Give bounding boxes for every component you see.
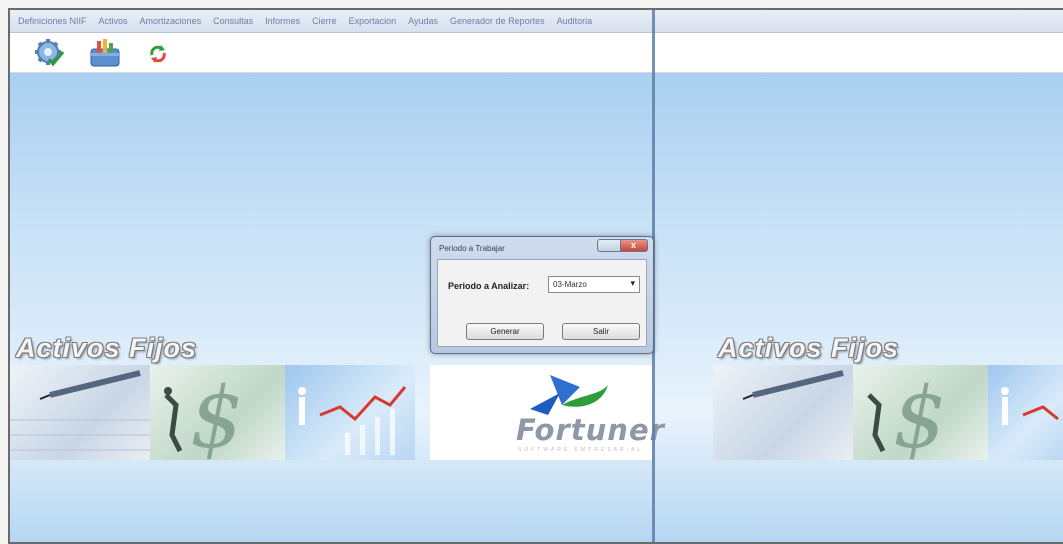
menu-item-consultas[interactable]: Consultas bbox=[213, 16, 253, 26]
growth-chart-image bbox=[285, 365, 415, 460]
chevron-down-icon: ▾ bbox=[630, 278, 635, 288]
menu-item-auditoria[interactable]: Auditoria bbox=[557, 16, 593, 26]
menu-item-exportacion[interactable]: Exportacion bbox=[349, 16, 397, 26]
period-dialog: Periodo a Trabajar x Periodo a Analizar:… bbox=[430, 236, 654, 354]
refresh-icon[interactable] bbox=[146, 37, 170, 69]
growth-chart-image-right bbox=[988, 365, 1063, 460]
minimize-button[interactable] bbox=[597, 239, 621, 252]
application-window: Definiciones NIIF Activos Amortizaciones… bbox=[8, 8, 1063, 544]
menu-bar: Definiciones NIIF Activos Amortizaciones… bbox=[10, 10, 1063, 33]
brand-title-right: Activos Fijos bbox=[718, 333, 900, 363]
generar-button[interactable]: Generar bbox=[466, 323, 544, 340]
logo-name: Fortuner bbox=[516, 413, 665, 447]
dollar-sign-image-right: $ bbox=[853, 365, 988, 460]
period-select[interactable]: 03-Marzo ▾ bbox=[548, 276, 640, 293]
menu-item-amortizaciones[interactable]: Amortizaciones bbox=[140, 16, 202, 26]
chart-folder-icon[interactable] bbox=[88, 37, 122, 69]
period-select-value: 03-Marzo bbox=[553, 280, 587, 289]
brand-title-left: Activos Fijos bbox=[16, 333, 198, 363]
menu-item-cierre[interactable]: Cierre bbox=[312, 16, 337, 26]
banner-strip-right: $ bbox=[713, 365, 1063, 460]
menu-item-definiciones[interactable]: Definiciones NIIF bbox=[18, 16, 87, 26]
svg-text:$: $ bbox=[893, 369, 946, 460]
logo-subtitle: SOFTWARE EMPRESARIAL bbox=[518, 447, 644, 453]
dollar-sign-image: $ bbox=[150, 365, 285, 460]
toolbar bbox=[10, 33, 1063, 73]
menu-item-ayudas[interactable]: Ayudas bbox=[408, 16, 438, 26]
menu-item-generador-reportes[interactable]: Generador de Reportes bbox=[450, 16, 545, 26]
svg-text:$: $ bbox=[190, 369, 243, 460]
dialog-body: Periodo a Analizar: 03-Marzo ▾ Generar S… bbox=[437, 259, 647, 347]
menu-item-informes[interactable]: Informes bbox=[265, 16, 300, 26]
fortuner-logo: Fortuner SOFTWARE EMPRESARIAL bbox=[430, 365, 664, 460]
pen-image bbox=[10, 365, 150, 460]
pen-image-right bbox=[713, 365, 853, 460]
menu-item-activos[interactable]: Activos bbox=[99, 16, 128, 26]
settings-gear-icon[interactable] bbox=[32, 37, 66, 69]
dialog-title: Periodo a Trabajar bbox=[439, 244, 505, 253]
period-label: Periodo a Analizar: bbox=[448, 281, 530, 291]
close-button[interactable]: x bbox=[620, 239, 648, 252]
close-icon: x bbox=[631, 240, 637, 250]
salir-button[interactable]: Salir bbox=[562, 323, 640, 340]
